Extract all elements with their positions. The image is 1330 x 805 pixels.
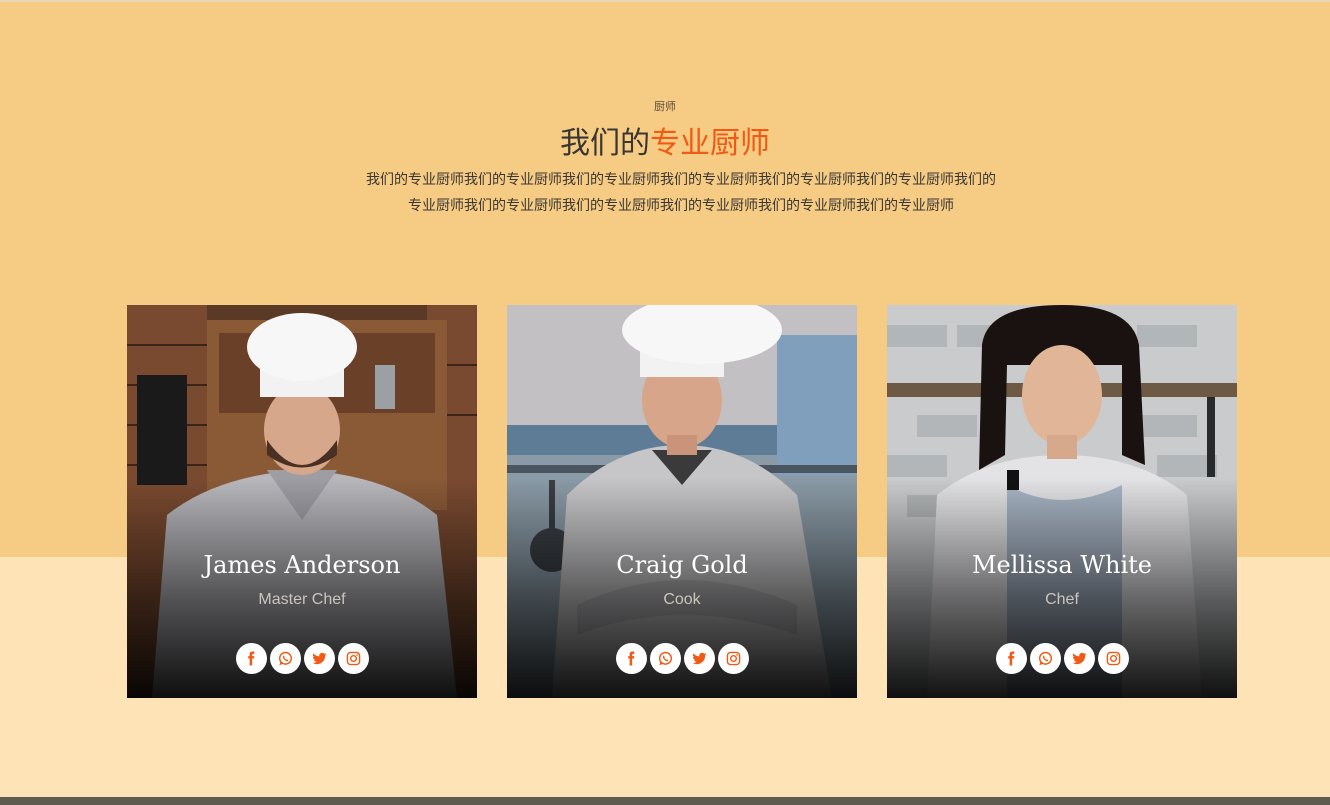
instagram-icon[interactable] [1097,643,1129,674]
chef-role: Cook [663,591,701,608]
chef-card-mellissa-white[interactable]: Mellissa White Chef [887,305,1237,698]
chef-name: Mellissa White [971,551,1153,579]
instagram-icon[interactable] [717,643,749,674]
social-links [507,643,857,674]
footer-strip [0,797,1330,805]
twitter-icon[interactable] [1063,643,1095,674]
section-eyebrow: 厨师 [654,101,676,113]
facebook-icon[interactable] [995,643,1027,674]
chef-name: James Anderson [203,551,401,579]
facebook-icon[interactable] [615,643,647,674]
twitter-icon[interactable] [683,643,715,674]
social-links [887,643,1237,674]
chef-card-craig-gold[interactable]: Craig Gold Cook [507,305,857,698]
section-description: 我们的专业厨师我们的专业厨师我们的专业厨师我们的专业厨师我们的专业厨师我们的专业… [366,171,996,213]
twitter-icon[interactable] [303,643,335,674]
title-accent: 专业厨师 [650,126,770,161]
whatsapp-icon[interactable] [269,643,301,674]
chef-name: Craig Gold [616,551,748,579]
section-title: 我们的专业厨师 [0,118,1330,162]
social-links [127,643,477,674]
whatsapp-icon[interactable] [1029,643,1061,674]
chef-role: Chef [1045,591,1079,608]
chef-role: Master Chef [258,591,346,608]
whatsapp-icon[interactable] [649,643,681,674]
facebook-icon[interactable] [235,643,267,674]
chef-card-james-anderson[interactable]: James Anderson Master Chef [127,305,477,698]
instagram-icon[interactable] [337,643,369,674]
title-text: 我们的 [560,126,650,161]
